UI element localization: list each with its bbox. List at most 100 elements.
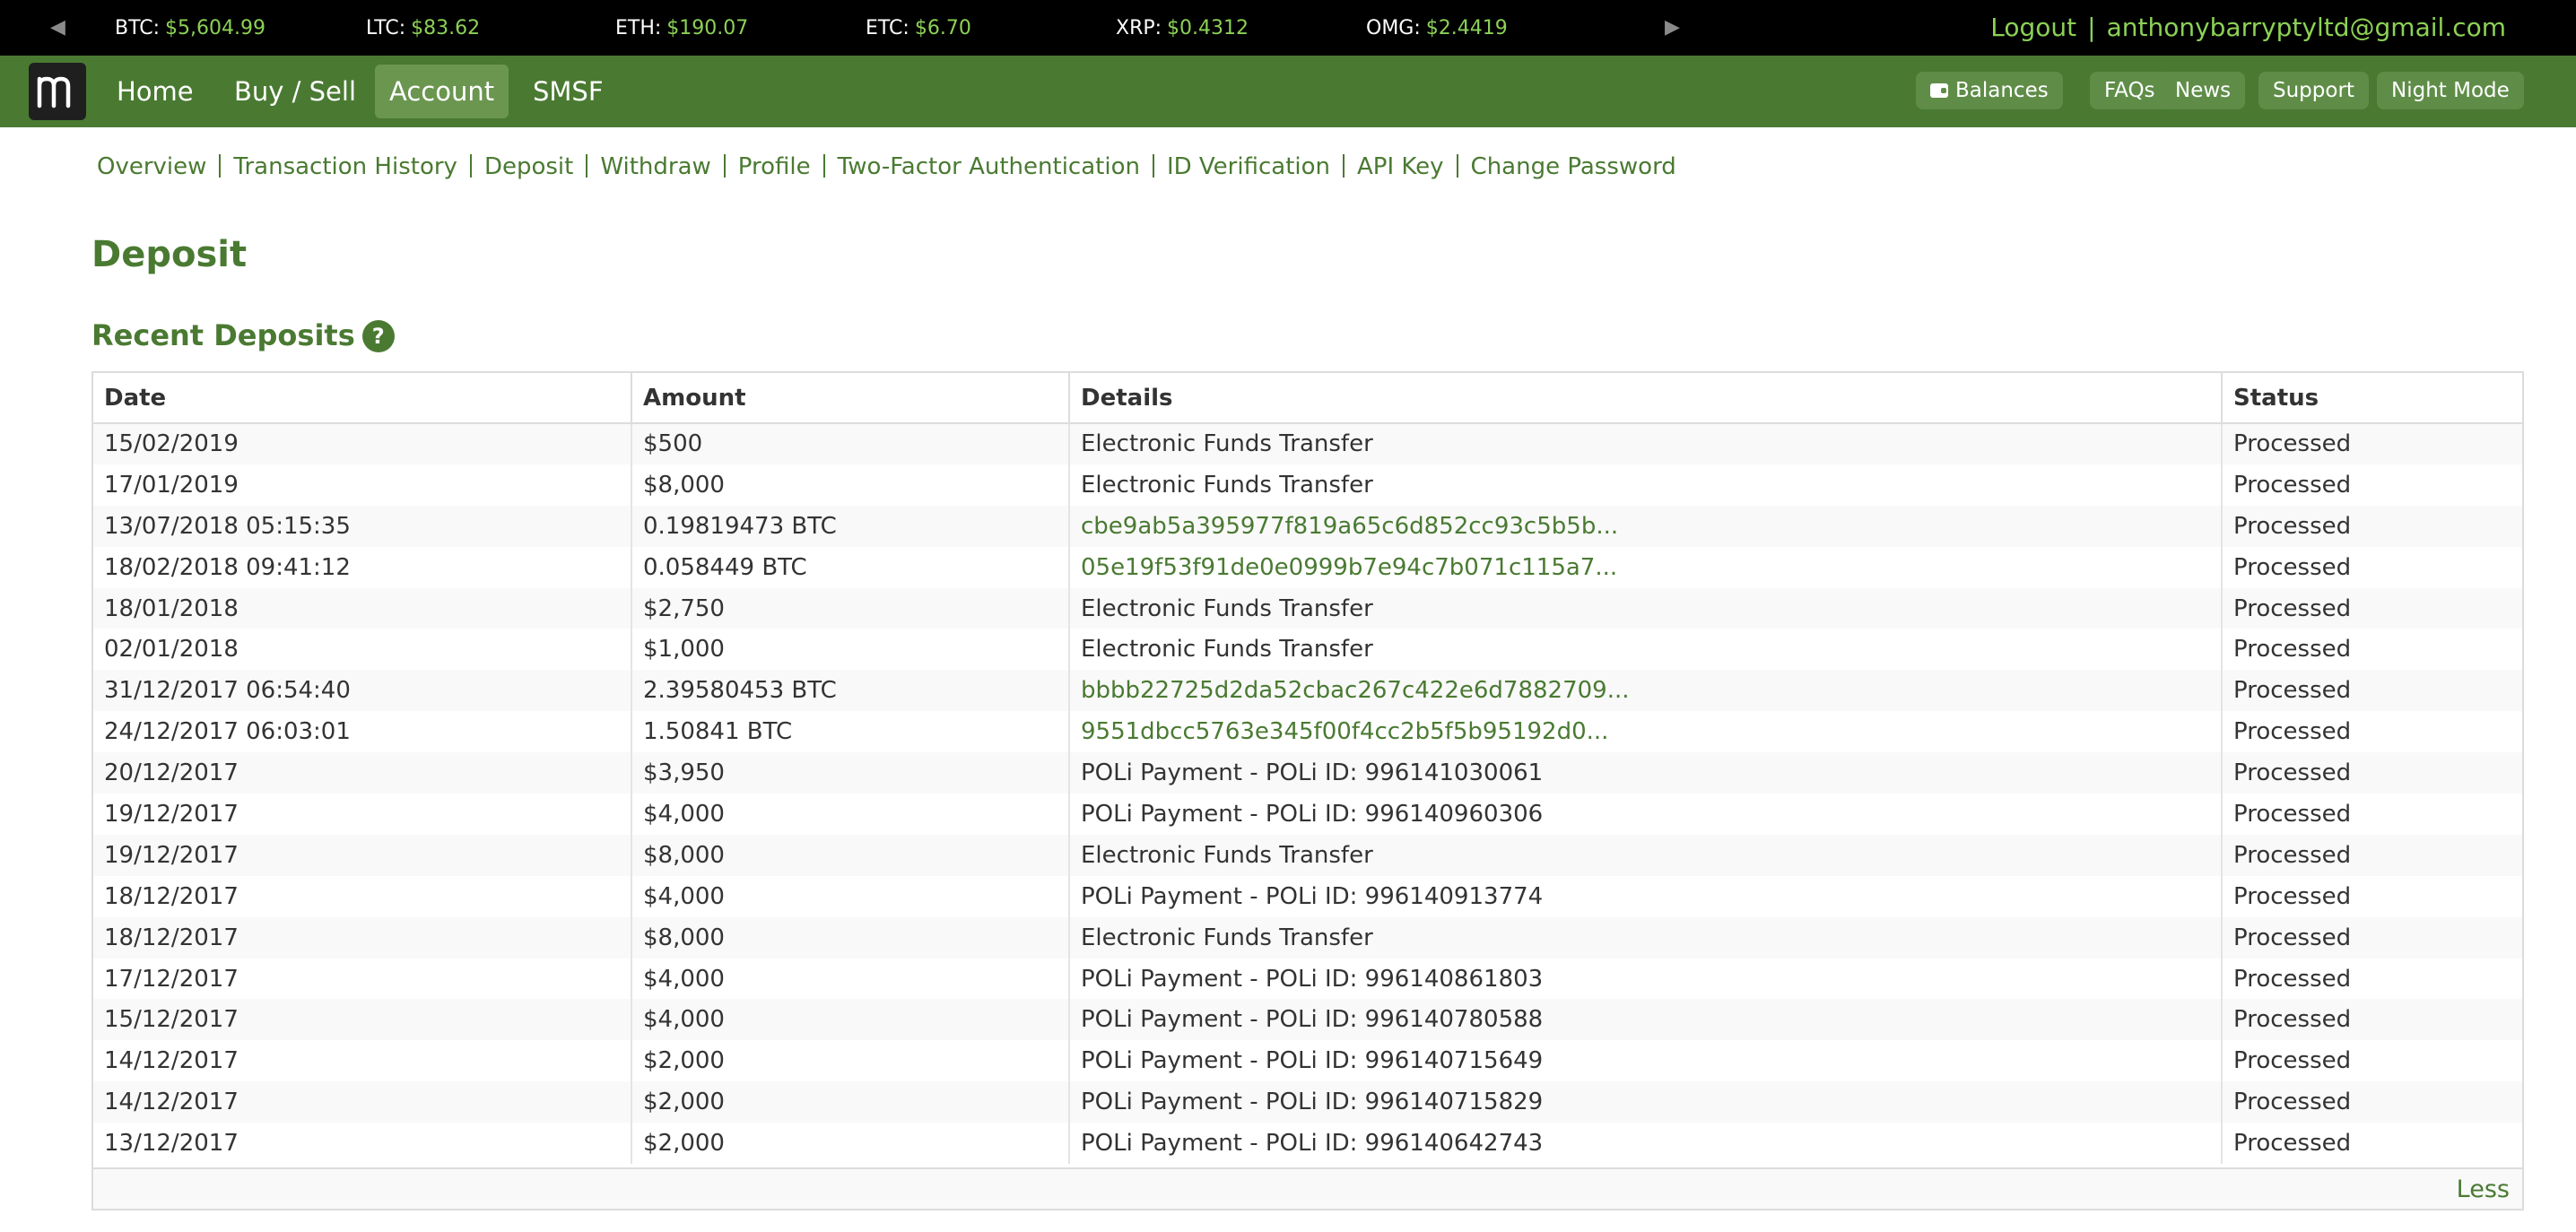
table-row: 18/12/2017 $4,000 POLi Payment - POLi ID: … — [93, 875, 2522, 917]
cell-date: 15/12/2017 — [93, 999, 632, 1041]
subnav-change-password[interactable]: Change Password — [1471, 153, 1676, 180]
transaction-hash-link[interactable]: 9551dbcc5763e345f00f4cc2b5f5b95192d0... — [1081, 718, 1608, 745]
nav-buy-sell[interactable]: Buy / Sell — [220, 65, 370, 118]
logout-link[interactable]: Logout — [1990, 13, 2076, 42]
cell-date: 13/07/2018 05:15:35 — [93, 505, 632, 547]
cell-date: 18/01/2018 — [93, 587, 632, 629]
subnav-id-verification[interactable]: ID Verification — [1167, 153, 1330, 180]
cell-details: 05e19f53f91de0e0999b7e94c7b071c115a7... — [1069, 546, 2223, 588]
subnav-overview[interactable]: Overview — [97, 153, 206, 180]
cell-amount: $4,000 — [631, 794, 1070, 835]
cell-details: POLi Payment - POLi ID: 996140780588 — [1069, 999, 2223, 1041]
main-nav: Home Buy / Sell Account SMSF Balances FA… — [0, 56, 2576, 127]
cell-status: Processed — [2233, 759, 2352, 787]
subnav-profile[interactable]: Profile — [738, 153, 811, 180]
subnav-withdraw[interactable]: Withdraw — [600, 153, 710, 180]
cell-details: POLi Payment - POLi ID: 996140715829 — [1069, 1081, 2223, 1124]
cell-amount: $4,000 — [631, 958, 1070, 1000]
column-header-details[interactable]: Details — [1069, 373, 2223, 424]
cell-status: Processed — [2233, 594, 2352, 622]
divider — [822, 154, 825, 178]
cell-status: Processed — [2233, 1089, 2352, 1116]
column-header-status[interactable]: Status — [2222, 373, 2522, 424]
transaction-hash-link[interactable]: cbe9ab5a395977f819a65c6d852cc93c5b5b... — [1081, 513, 1618, 540]
table-row: 17/01/2019 $8,000 Electronic Funds Transfe… — [93, 464, 2522, 506]
nav-smsf[interactable]: SMSF — [518, 65, 618, 118]
user-links: Logout | anthonybarryptyltd@gmail.com — [1990, 13, 2506, 43]
faqs-button[interactable]: FAQs — [2090, 72, 2170, 109]
ticker-value: $190.07 — [666, 17, 749, 39]
cell-date: 02/01/2018 — [93, 629, 632, 671]
right-arrow-icon[interactable]: ▶ — [1665, 15, 1680, 40]
nav-account[interactable]: Account — [375, 65, 509, 118]
cell-details: cbe9ab5a395977f819a65c6d852cc93c5b5b... — [1069, 505, 2223, 547]
cell-details: bbbb22725d2da52cbac267c422e6d7882709... — [1069, 670, 2223, 712]
ticker-item-eth: ETH: $190.07 — [615, 16, 748, 41]
divider — [586, 154, 588, 178]
column-header-amount[interactable]: Amount — [631, 373, 1070, 424]
cell-amount: $2,000 — [631, 1081, 1070, 1124]
table-row: 31/12/2017 06:54:40 2.39580453 BTC bbbb227… — [93, 670, 2522, 712]
ticker-item-xrp: XRP: $0.4312 — [1116, 16, 1249, 41]
price-ticker: ◀ BTC: $5,604.99 LTC: $83.62 ETH: $190.07 E… — [0, 0, 2576, 56]
cell-amount: 1.50841 BTC — [631, 711, 1070, 753]
table-row: 17/12/2017 $4,000 POLi Payment - POLi ID: … — [93, 958, 2522, 1000]
left-arrow-icon[interactable]: ◀ — [50, 15, 65, 40]
table-row: 13/07/2018 05:15:35 0.19819473 BTC cbe9ab5… — [93, 505, 2522, 547]
cell-status: Processed — [2233, 1047, 2352, 1075]
support-button[interactable]: Support — [2258, 72, 2369, 109]
transaction-hash-link[interactable]: bbbb22725d2da52cbac267c422e6d7882709... — [1081, 677, 1630, 704]
subnav-two-factor[interactable]: Two-Factor Authentication — [838, 153, 1140, 180]
ticker-symbol: XRP: — [1116, 17, 1162, 39]
cell-details: Electronic Funds Transfer — [1069, 834, 2223, 876]
cell-amount: $2,000 — [631, 1123, 1070, 1165]
help-icon[interactable]: ? — [361, 320, 395, 352]
balances-button[interactable]: Balances — [1916, 72, 2063, 109]
ticker-value: $5,604.99 — [165, 17, 265, 39]
subnav-deposit[interactable]: Deposit — [484, 153, 573, 180]
subnav-api-key[interactable]: API Key — [1357, 153, 1444, 180]
cell-status: Processed — [2233, 553, 2352, 581]
wallet-icon — [1930, 83, 1948, 98]
ticker-item-etc: ETC: $6.70 — [866, 16, 971, 41]
cell-status: Processed — [2233, 512, 2352, 540]
ticker-item-ltc: LTC: $83.62 — [366, 16, 480, 41]
ticker-item-btc: BTC: $5,604.99 — [115, 16, 265, 41]
night-mode-button[interactable]: Night Mode — [2377, 72, 2524, 109]
cell-details: POLi Payment - POLi ID: 996140960306 — [1069, 794, 2223, 835]
cell-status: Processed — [2233, 677, 2352, 705]
cell-date: 18/12/2017 — [93, 875, 632, 917]
column-header-date[interactable]: Date — [93, 373, 632, 424]
section-title-text: Recent Deposits — [91, 318, 355, 352]
divider — [1152, 154, 1154, 178]
table-row: 18/12/2017 $8,000 Electronic Funds Transfe… — [93, 916, 2522, 959]
table-row: 20/12/2017 $3,950 POLi Payment - POLi ID: … — [93, 752, 2522, 794]
cell-amount: 0.19819473 BTC — [631, 505, 1070, 547]
news-button[interactable]: News — [2161, 72, 2246, 109]
cell-status: Processed — [2233, 924, 2352, 951]
table-body: 15/02/2019 $500 Electronic Funds Transfer P… — [93, 423, 2522, 1165]
cell-date: 31/12/2017 06:54:40 — [93, 670, 632, 712]
nav-home[interactable]: Home — [102, 65, 208, 118]
ticker-symbol: OMG: — [1366, 17, 1421, 39]
cell-amount: $8,000 — [631, 834, 1070, 876]
separator: | — [2087, 13, 2096, 42]
transaction-hash-link[interactable]: 05e19f53f91de0e0999b7e94c7b071c115a7... — [1081, 554, 1617, 581]
logo-m-icon[interactable] — [29, 63, 86, 120]
cell-amount: $3,950 — [631, 752, 1070, 794]
page-title: Deposit — [91, 234, 248, 275]
subnav-transaction-history[interactable]: Transaction History — [233, 153, 457, 180]
cell-amount: $2,000 — [631, 1040, 1070, 1082]
less-link[interactable]: Less — [2457, 1175, 2510, 1205]
cell-date: 20/12/2017 — [93, 752, 632, 794]
cell-amount: $500 — [631, 423, 1070, 464]
cell-status: Processed — [2233, 1130, 2352, 1158]
cell-details: POLi Payment - POLi ID: 996140861803 — [1069, 958, 2223, 1000]
ticker-value: $83.62 — [411, 17, 481, 39]
cell-date: 17/01/2019 — [93, 464, 632, 506]
user-email-link[interactable]: anthonybarryptyltd@gmail.com — [2107, 13, 2506, 42]
ticker-value: $2.4419 — [1425, 17, 1508, 39]
cell-details: POLi Payment - POLi ID: 996141030061 — [1069, 752, 2223, 794]
ticker-value: $6.70 — [914, 17, 971, 39]
account-subnav: Overview Transaction History Deposit Withdr… — [97, 151, 1676, 183]
